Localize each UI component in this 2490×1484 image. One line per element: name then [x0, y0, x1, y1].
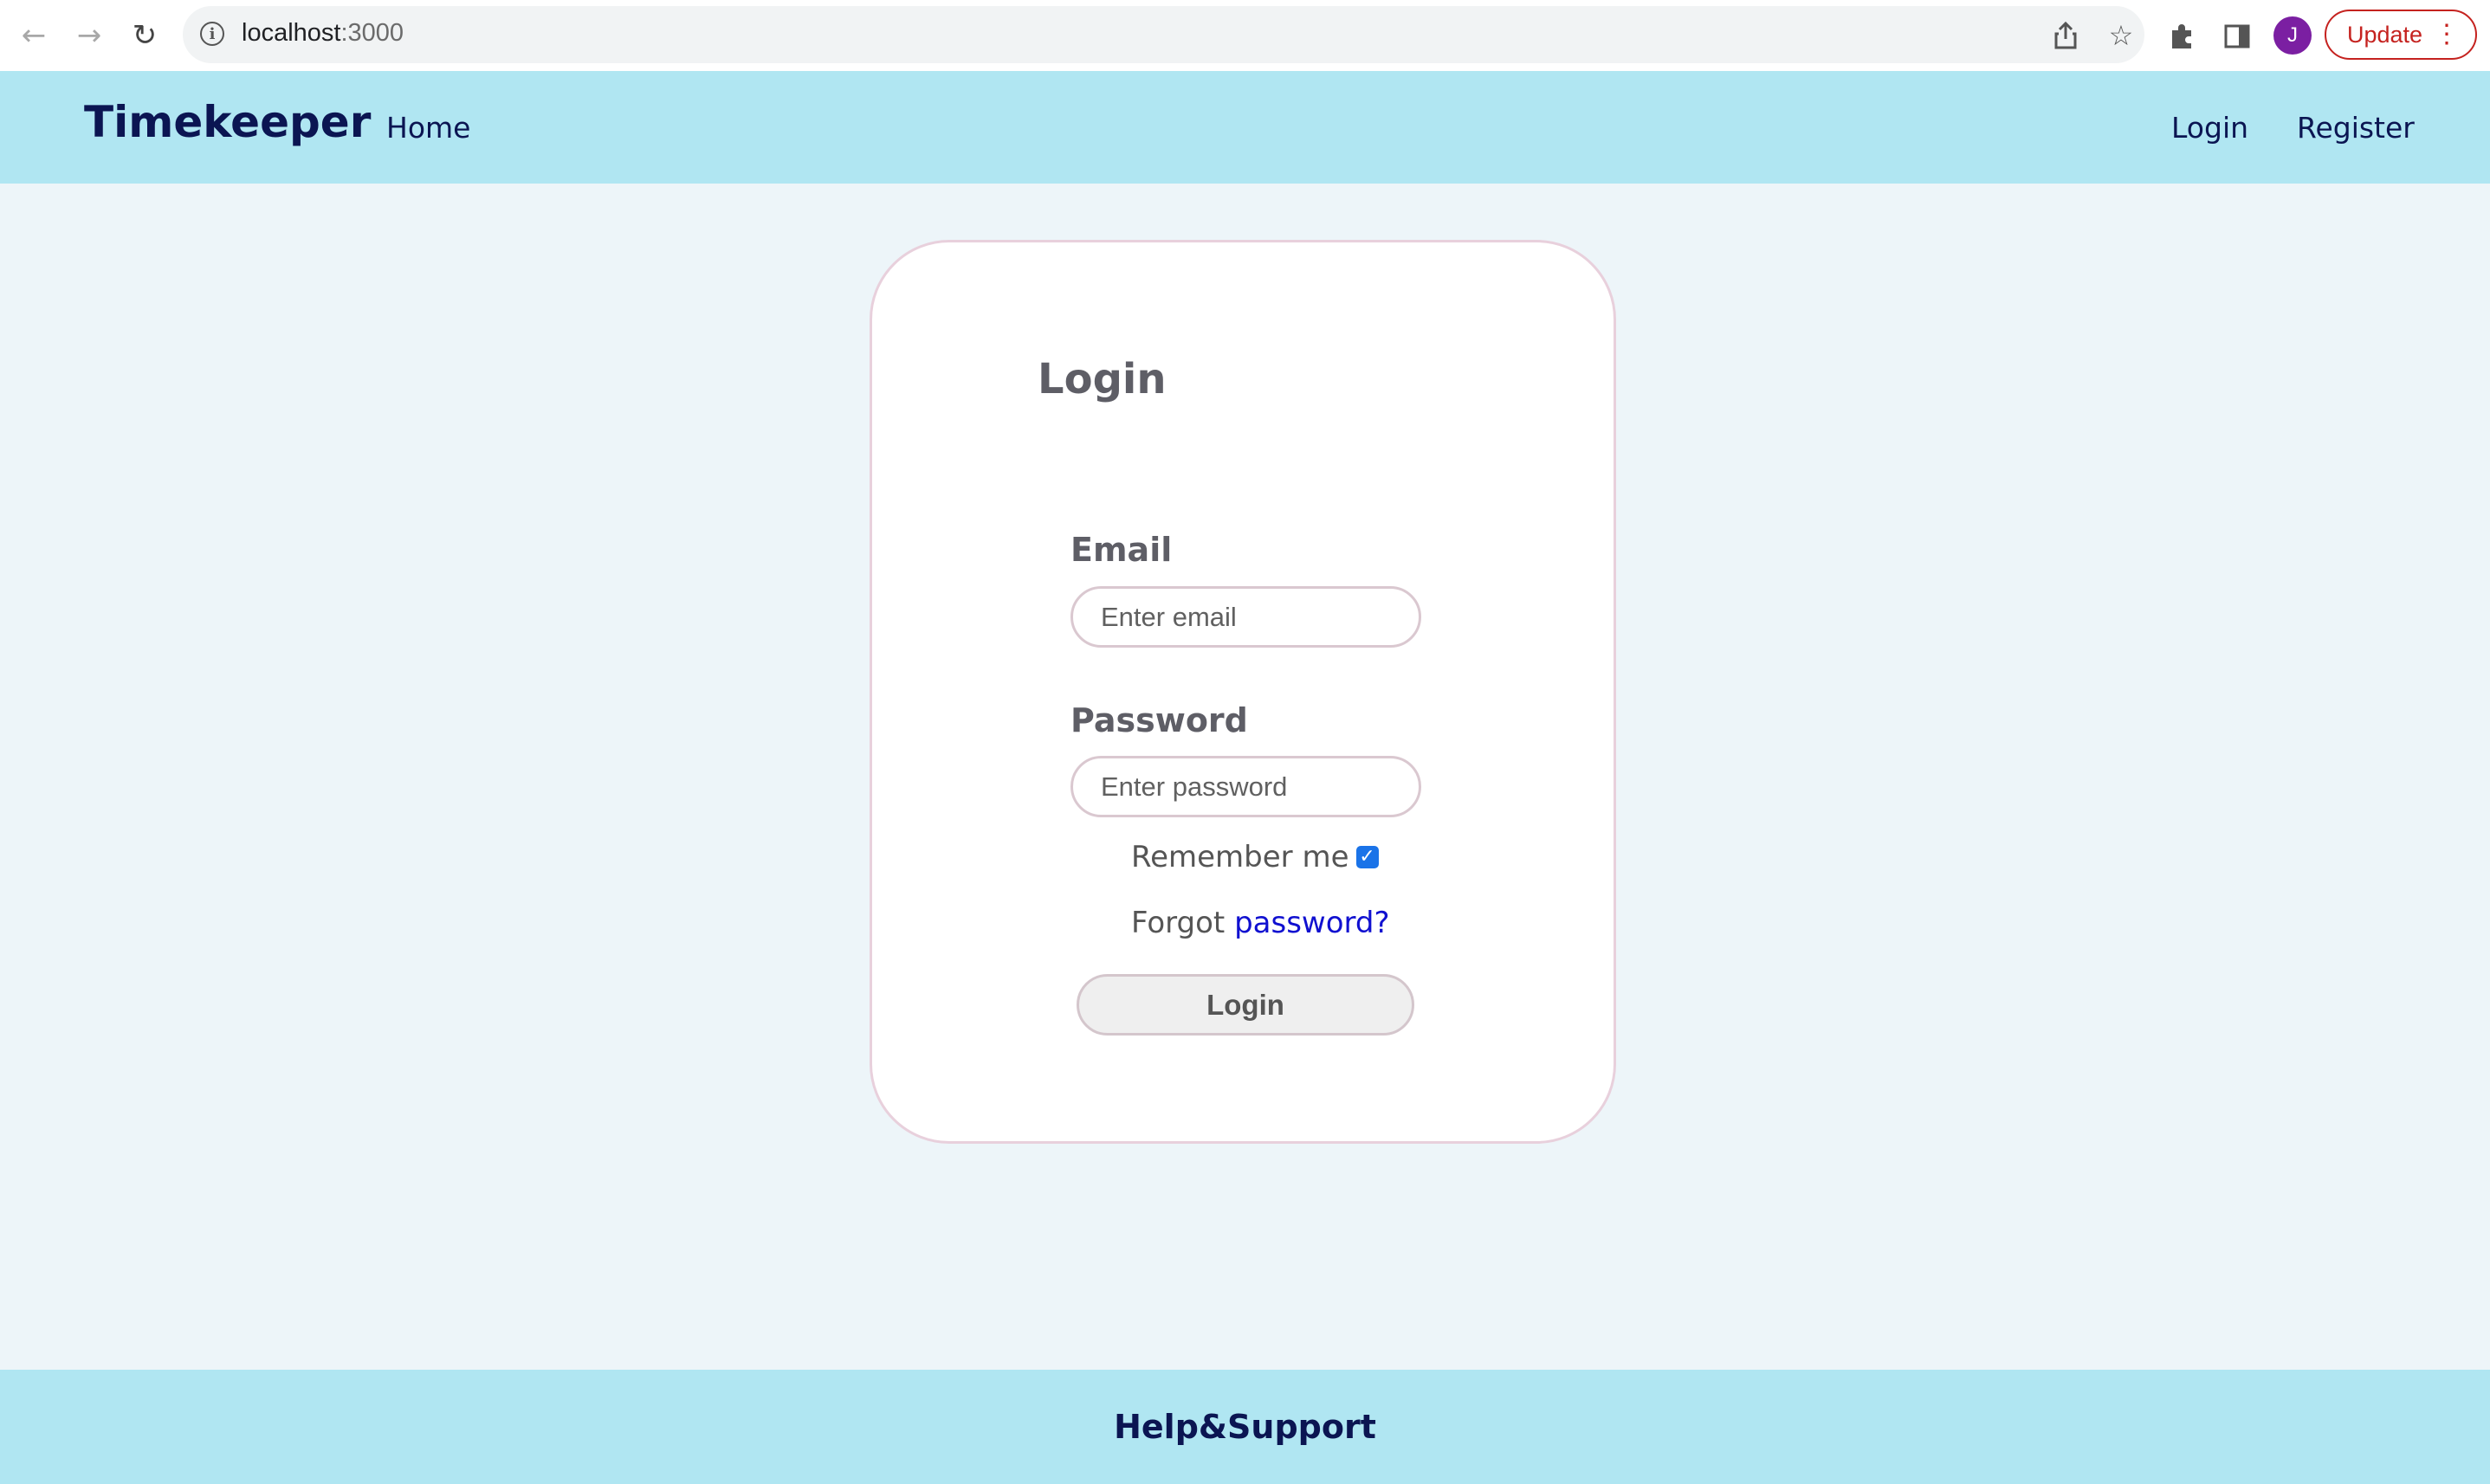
password-field[interactable] — [1070, 756, 1421, 817]
help-support-link: Help&Support — [0, 1408, 2490, 1446]
remember-me-label: Remember me — [1131, 840, 1349, 874]
reload-icon[interactable]: ↻ — [123, 14, 166, 57]
url-port: :3000 — [340, 19, 404, 47]
email-field[interactable] — [1070, 586, 1421, 648]
brand-logo[interactable]: Timekeeper — [84, 97, 371, 147]
share-icon[interactable] — [2048, 18, 2083, 53]
kebab-menu-icon[interactable]: ⋮ — [2434, 19, 2460, 50]
remember-me-checkbox[interactable]: ✓ — [1355, 846, 1379, 868]
login-submit-label: Login — [1206, 988, 1284, 1021]
site-header: Timekeeper Home Login Register — [0, 71, 2490, 184]
url-text[interactable]: localhost:3000 — [242, 19, 404, 48]
forgot-password-link[interactable]: password? — [1234, 906, 1389, 940]
address-bar[interactable]: i localhost:3000 ☆ — [183, 6, 2144, 63]
star-icon[interactable]: ☆ — [2104, 18, 2138, 53]
nav-home-link[interactable]: Home — [386, 111, 470, 145]
url-host: localhost — [242, 19, 341, 47]
forward-arrow-icon[interactable]: → — [68, 14, 111, 57]
login-submit-button[interactable]: Login — [1077, 974, 1414, 1036]
forgot-password-row: Forgot password? — [1131, 906, 1390, 940]
back-arrow-icon[interactable]: ← — [12, 14, 55, 57]
avatar-initial: J — [2287, 23, 2298, 47]
side-panel-icon[interactable] — [2218, 17, 2256, 55]
info-icon[interactable]: i — [200, 22, 224, 46]
help-support-text[interactable]: Help&Support — [1114, 1408, 1376, 1446]
login-title: Login — [1038, 355, 1167, 403]
password-label: Password — [1070, 701, 1248, 739]
puzzle-icon[interactable] — [2163, 17, 2201, 55]
forgot-prefix: Forgot — [1131, 906, 1226, 940]
main-content: Login Email Password Remember me ✓ Forgo… — [0, 184, 2490, 1370]
update-label: Update — [2347, 21, 2423, 48]
email-label: Email — [1070, 531, 1173, 569]
nav-register-link[interactable]: Register — [2297, 111, 2415, 145]
browser-toolbar: ← → ↻ i localhost:3000 ☆ J Update ⋮ — [0, 0, 2490, 71]
site-footer: Help&Support — [0, 1370, 2490, 1484]
update-button[interactable]: Update ⋮ — [2325, 10, 2477, 60]
remember-me-row: Remember me ✓ — [1131, 840, 1379, 874]
profile-avatar[interactable]: J — [2273, 16, 2312, 55]
login-card: Login Email Password Remember me ✓ Forgo… — [870, 240, 1616, 1144]
nav-login-link[interactable]: Login — [2171, 111, 2248, 145]
